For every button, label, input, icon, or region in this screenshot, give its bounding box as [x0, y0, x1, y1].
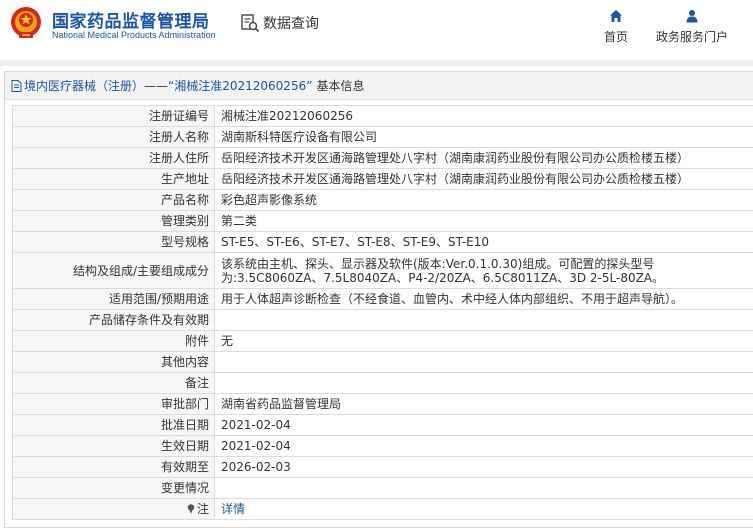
table-row: 注册人名称 湖南斯科特医疗设备有限公司 — [12, 126, 753, 148]
field-label: 生产地址 — [12, 168, 215, 190]
field-label: 注册人名称 — [12, 126, 215, 148]
table-row: 产品名称 彩色超声影像系统 — [12, 189, 753, 211]
field-value: ST-E5、ST-E6、ST-E7、ST-E8、ST-E9、ST-E10 — [214, 231, 753, 253]
field-value: 该系统由主机、探头、显示器及软件(版本:Ver.0.1.0.30)组成。可配置的… — [214, 252, 753, 289]
table-row: 生产地址 岳阳经济技术开发区通海路管理处八字村（湖南康润药业股份有限公司办公质检楼… — [12, 168, 753, 190]
table-row: 结构及组成/主要组成成分 该系统由主机、探头、显示器及软件(版本:Ver.0.1.… — [12, 252, 753, 289]
field-value: 2026-02-03 — [214, 456, 753, 478]
site-title: 数据查询 — [240, 12, 319, 34]
table-row: 注册证编号 湘械注准20212060256 — [12, 105, 753, 127]
field-label: 型号规格 — [12, 231, 215, 253]
field-label: 管理类别 — [12, 210, 215, 232]
field-value: 彩色超声影像系统 — [214, 189, 753, 211]
nav-gov-service-portal[interactable]: 政务服务门户 — [652, 8, 732, 45]
field-label: 生效日期 — [12, 435, 215, 457]
data-query-icon — [241, 14, 260, 33]
nav-home-label: 首页 — [603, 30, 628, 44]
breadcrumb-separator: —— — [144, 78, 169, 93]
field-label: 附件 — [12, 330, 215, 352]
field-value: 岳阳经济技术开发区通海路管理处八字村（湖南康润药业股份有限公司办公质检楼五楼） — [214, 168, 753, 190]
field-value: 无 — [214, 330, 753, 352]
table-row: 注册人住所 岳阳经济技术开发区通海路管理处八字村（湖南康润药业股份有限公司办公质检… — [12, 147, 753, 169]
detail-panel: 境内医疗器械（注册） —— “湘械注准20212060256” 基本信息 注册证… — [4, 71, 753, 528]
table-row: 有效期至 2026-02-03 — [12, 456, 753, 478]
field-label: 批准日期 — [12, 414, 215, 436]
site-title-text: 数据查询 — [263, 16, 319, 32]
nav-gov-service-label: 政务服务门户 — [655, 30, 728, 44]
table-row: 批准日期 2021-02-04 — [12, 414, 753, 436]
note-label: 注 — [187, 502, 209, 516]
user-icon — [685, 8, 699, 24]
agency-name-en[interactable]: National Medical Products Administration — [52, 30, 216, 40]
table-row: 注 详情 — [12, 498, 753, 520]
note-label-cell: 注 — [12, 498, 215, 520]
breadcrumb-category-link[interactable]: 境内医疗器械（注册） — [24, 77, 144, 94]
table-row: 产品储存条件及有效期 — [12, 309, 753, 331]
details-link[interactable]: 详情 — [221, 502, 245, 516]
site-header: 国家药品监督管理局 National Medical Products Admi… — [0, 0, 753, 60]
breadcrumb-suffix: 基本信息 — [316, 79, 365, 93]
breadcrumb: 境内医疗器械（注册） —— “湘械注准20212060256” 基本信息 — [5, 72, 753, 100]
table-row: 其他内容 — [12, 351, 753, 373]
field-value: 2021-02-04 — [214, 435, 753, 457]
national-emblem-icon — [11, 7, 41, 38]
table-row: 适用范围/预期用途 用于人体超声诊断检查（不经食道、血管内、术中经人体内部组织、不… — [12, 288, 753, 310]
field-label: 注册证编号 — [12, 105, 215, 127]
pin-icon — [187, 503, 195, 514]
field-value: 用于人体超声诊断检查（不经食道、血管内、术中经人体内部组织、不用于超声导航）。 — [214, 288, 753, 310]
field-label: 其他内容 — [12, 351, 215, 373]
table-row: 管理类别 第二类 — [12, 210, 753, 232]
table-row: 备注 — [12, 372, 753, 394]
note-label-text: 注 — [196, 501, 209, 516]
home-icon — [609, 8, 623, 24]
field-value: 第二类 — [214, 210, 753, 232]
agency-name-cn[interactable]: 国家药品监督管理局 — [52, 7, 210, 32]
note-value-cell: 详情 — [214, 498, 753, 520]
table-row: 变更情况 — [12, 477, 753, 499]
field-value: 2021-02-04 — [214, 414, 753, 436]
field-value: 岳阳经济技术开发区通海路管理处八字村（湖南康润药业股份有限公司办公质检楼五楼） — [214, 147, 753, 169]
breadcrumb-record: “湘械注准20212060256” — [168, 79, 313, 93]
document-icon — [11, 79, 22, 92]
field-value — [214, 351, 753, 373]
field-value — [214, 372, 753, 394]
field-label: 有效期至 — [12, 456, 215, 478]
field-label: 变更情况 — [12, 477, 215, 499]
field-label: 审批部门 — [12, 393, 215, 415]
field-label: 产品名称 — [12, 189, 215, 211]
table-row: 审批部门 湖南省药品监督管理局 — [12, 393, 753, 415]
field-label: 备注 — [12, 372, 215, 394]
field-label: 适用范围/预期用途 — [12, 288, 215, 310]
field-value — [214, 477, 753, 499]
field-label: 结构及组成/主要组成成分 — [12, 252, 215, 289]
field-label: 产品储存条件及有效期 — [12, 309, 215, 331]
header-divider — [0, 60, 753, 66]
field-label: 注册人住所 — [12, 147, 215, 169]
field-value: 湘械注准20212060256 — [214, 105, 753, 127]
field-value: 湖南省药品监督管理局 — [214, 393, 753, 415]
field-value — [214, 309, 753, 331]
field-value: 湖南斯科特医疗设备有限公司 — [214, 126, 753, 148]
table-row: 生效日期 2021-02-04 — [12, 435, 753, 457]
table-row: 附件无 — [12, 330, 753, 352]
nav-home[interactable]: 首页 — [600, 8, 632, 45]
table-row: 型号规格 ST-E5、ST-E6、ST-E7、ST-E8、ST-E9、ST-E10 — [12, 231, 753, 253]
registration-detail-table: 注册证编号 湘械注准20212060256 注册人名称 湖南斯科特医疗设备有限公司 … — [12, 105, 753, 520]
